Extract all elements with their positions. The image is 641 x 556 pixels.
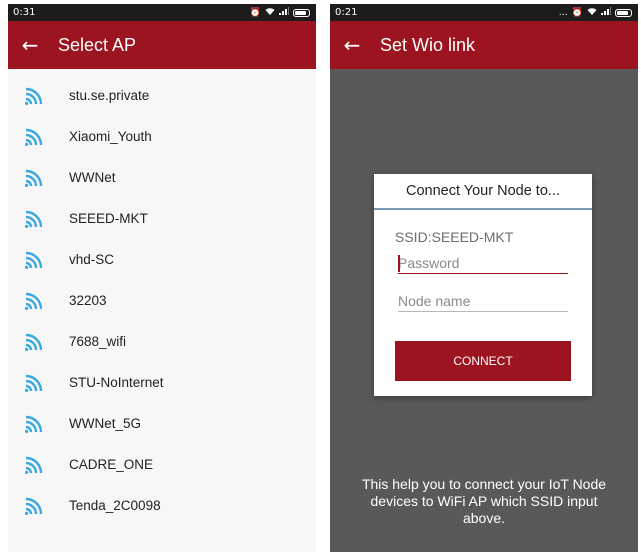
battery-icon xyxy=(293,8,310,17)
ap-name: 32203 xyxy=(69,293,107,308)
ap-name: Xiaomi_Youth xyxy=(69,129,152,144)
list-item[interactable]: vhd-SC xyxy=(8,239,316,280)
ssid-label: SSID:SEEED-MKT xyxy=(395,229,514,245)
ap-name: vhd-SC xyxy=(69,252,115,267)
arrow-left-icon: ← xyxy=(343,33,361,57)
status-icons: … ⏰ xyxy=(559,7,632,19)
node-name-field[interactable] xyxy=(398,290,568,312)
ap-name: CADRE_ONE xyxy=(69,457,154,472)
list-item[interactable]: stu.se.private xyxy=(8,75,316,116)
page-title: Set Wio link xyxy=(380,34,476,55)
list-item[interactable]: CADRE_ONE xyxy=(8,444,316,485)
more-notifications-icon: … xyxy=(558,7,568,18)
wifi-signal-icon xyxy=(24,454,46,476)
arrow-left-icon: ← xyxy=(21,33,39,57)
status-icons: ⏰ xyxy=(250,7,310,19)
password-field[interactable] xyxy=(398,252,568,274)
back-button[interactable]: ← xyxy=(8,21,52,69)
ap-name: WWNet xyxy=(69,170,116,185)
alarm-icon: ⏰ xyxy=(571,7,583,18)
wifi-signal-icon xyxy=(24,85,46,107)
ap-name: Tenda_2C0098 xyxy=(69,498,161,513)
wifi-status-icon xyxy=(587,7,597,19)
ap-name: SEEED-MKT xyxy=(69,211,148,226)
status-bar: 0:21 … ⏰ xyxy=(330,4,638,21)
signal-icon xyxy=(279,7,289,18)
status-time: 0:31 xyxy=(13,7,36,18)
wifi-signal-icon xyxy=(24,249,46,271)
wifi-signal-icon xyxy=(24,208,46,230)
app-bar: ← Set Wio link xyxy=(330,21,638,69)
signal-icon xyxy=(601,7,611,18)
wifi-signal-icon xyxy=(24,413,46,435)
wifi-status-icon xyxy=(265,7,275,19)
status-bar: 0:31 ⏰ xyxy=(8,4,316,21)
list-item[interactable]: 32203 xyxy=(8,280,316,321)
wifi-signal-icon xyxy=(24,331,46,353)
ap-name: WWNet_5G xyxy=(69,416,142,431)
page-title: Select AP xyxy=(58,34,137,55)
list-item[interactable]: STU-NoInternet xyxy=(8,362,316,403)
ap-name: stu.se.private xyxy=(69,88,150,103)
list-item[interactable]: SEEED-MKT xyxy=(8,198,316,239)
list-item[interactable]: WWNet xyxy=(8,157,316,198)
app-bar: ← Select AP xyxy=(8,21,316,69)
set-wio-link-screen: 0:21 … ⏰ ← Set Wio link Connect Your Nod… xyxy=(330,4,638,552)
list-item[interactable]: 7688_wifi xyxy=(8,321,316,362)
wifi-signal-icon xyxy=(24,372,46,394)
wifi-signal-icon xyxy=(24,495,46,517)
help-text: This help you to connect your IoT Node d… xyxy=(361,476,607,526)
select-ap-screen: 0:31 ⏰ ← Select AP stu.se.private Xiaomi_… xyxy=(8,4,316,552)
wifi-signal-icon xyxy=(24,290,46,312)
alarm-icon: ⏰ xyxy=(249,7,261,18)
list-item[interactable]: Xiaomi_Youth xyxy=(8,116,316,157)
battery-icon xyxy=(615,8,632,17)
connect-dialog: Connect Your Node to... SSID:SEEED-MKT C… xyxy=(374,174,592,396)
ap-list: stu.se.private Xiaomi_Youth WWNet SEEED-MKT… xyxy=(8,69,316,526)
ap-name: 7688_wifi xyxy=(69,334,127,349)
list-item[interactable]: Tenda_2C0098 xyxy=(8,485,316,526)
connect-button[interactable]: CONNECT xyxy=(395,341,571,381)
status-time: 0:21 xyxy=(335,7,358,18)
wifi-signal-icon xyxy=(24,126,46,148)
back-button[interactable]: ← xyxy=(330,21,374,69)
text-cursor xyxy=(398,255,400,272)
list-item[interactable]: WWNet_5G xyxy=(8,403,316,444)
wifi-signal-icon xyxy=(24,167,46,189)
dialog-title: Connect Your Node to... xyxy=(374,174,592,210)
ap-name: STU-NoInternet xyxy=(69,375,164,390)
